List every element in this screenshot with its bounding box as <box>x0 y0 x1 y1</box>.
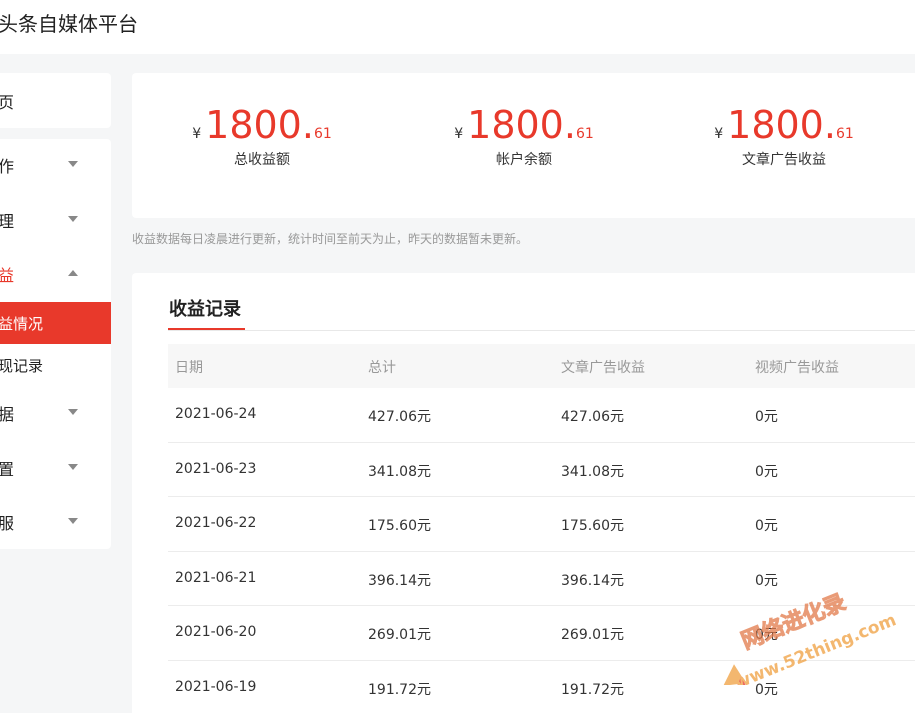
stat-article-ad-earnings: ¥1800.61 文章广告收益 <box>684 103 884 169</box>
stat-value: ¥1800.61 <box>162 103 362 147</box>
sidebar-item-manage[interactable]: 理 <box>0 200 111 240</box>
cell-video-ad: 0元 <box>755 681 778 698</box>
earnings-records-card: 收益记录 日期 总计 文章广告收益 视频广告收益 2021-06-24 427.… <box>132 273 915 713</box>
sidebar-menu: 作 理 益 益情况 现记录 据 置 服 <box>0 139 111 549</box>
table-row: 2021-06-22 175.60元 175.60元 0元 <box>168 497 915 552</box>
column-header-video-ad: 视频广告收益 <box>755 360 839 376</box>
cell-article-ad: 269.01元 <box>561 627 624 644</box>
update-notice: 收益数据每日凌晨进行更新，统计时间至前天为止，昨天的数据暂未更新。 <box>132 232 529 246</box>
cell-date: 2021-06-19 <box>175 678 257 695</box>
currency-symbol: ¥ <box>714 126 724 142</box>
chevron-down-icon <box>68 161 78 167</box>
sidebar-item-service[interactable]: 服 <box>0 502 111 542</box>
table-row: 2021-06-23 341.08元 341.08元 0元 <box>168 443 915 498</box>
stat-decimal-point: . <box>563 103 576 147</box>
currency-symbol: ¥ <box>192 126 202 142</box>
app-title: 头条自媒体平台 <box>0 12 138 36</box>
sidebar-subitem-withdraw-records[interactable]: 现记录 <box>0 344 111 386</box>
stat-label: 帐户余额 <box>496 152 552 168</box>
sidebar-item-label: 理 <box>0 212 15 231</box>
currency-symbol: ¥ <box>454 126 464 142</box>
cell-total: 341.08元 <box>368 463 431 480</box>
stat-label: 文章广告收益 <box>742 152 826 168</box>
cell-article-ad: 341.08元 <box>561 463 624 480</box>
sidebar-item-earnings[interactable]: 益 <box>0 254 111 294</box>
stat-value: ¥1800.61 <box>684 103 884 147</box>
chevron-down-icon <box>68 409 78 415</box>
cell-date: 2021-06-20 <box>175 624 257 641</box>
cell-total: 269.01元 <box>368 627 431 644</box>
cell-video-ad: 0元 <box>755 572 778 589</box>
sidebar-item-label: 服 <box>0 514 15 533</box>
stat-account-balance: ¥1800.61 帐户余额 <box>424 103 624 169</box>
earnings-summary-card: ¥1800.61 总收益额 ¥1800.61 帐户余额 ¥1800.61 文章广… <box>132 73 915 218</box>
sidebar-item-settings[interactable]: 置 <box>0 448 111 488</box>
table-row: 2021-06-19 191.72元 191.72元 0元 <box>168 661 915 713</box>
cell-date: 2021-06-22 <box>175 515 257 532</box>
cell-video-ad: 0元 <box>755 627 778 644</box>
sidebar-subitem-label: 益情况 <box>0 315 44 333</box>
sidebar-home-card: 页 <box>0 73 111 128</box>
cell-total: 175.60元 <box>368 518 431 535</box>
cell-video-ad: 0元 <box>755 409 778 425</box>
cell-total: 396.14元 <box>368 572 431 589</box>
sidebar-item-home[interactable]: 页 <box>0 81 111 121</box>
table-row: 2021-06-21 396.14元 396.14元 0元 <box>168 552 915 607</box>
cell-date: 2021-06-21 <box>175 569 257 586</box>
table-header: 日期 总计 文章广告收益 视频广告收益 <box>168 344 915 388</box>
sidebar-item-label: 益 <box>0 266 15 285</box>
stat-value: ¥1800.61 <box>424 103 624 147</box>
column-header-date: 日期 <box>175 360 203 376</box>
cell-date: 2021-06-23 <box>175 460 257 477</box>
stat-decimal: 61 <box>575 126 594 142</box>
chevron-up-icon <box>68 270 78 276</box>
cell-article-ad: 396.14元 <box>561 572 624 589</box>
stat-decimal-point: . <box>301 103 314 147</box>
cell-date: 2021-06-24 <box>175 406 257 422</box>
stat-integer: 1800 <box>205 103 302 147</box>
sidebar-item-label: 作 <box>0 157 15 176</box>
table-row: 2021-06-20 269.01元 269.01元 0元 <box>168 606 915 661</box>
stat-label: 总收益额 <box>234 152 290 168</box>
stat-integer: 1800 <box>467 103 564 147</box>
table-row: 2021-06-24 427.06元 427.06元 0元 <box>168 388 915 443</box>
chevron-down-icon <box>68 518 78 524</box>
chevron-down-icon <box>68 216 78 222</box>
sidebar-item-label: 页 <box>0 93 15 112</box>
sidebar-item-label: 置 <box>0 460 15 479</box>
divider <box>168 330 915 331</box>
sidebar-item-data[interactable]: 据 <box>0 393 111 433</box>
cell-video-ad: 0元 <box>755 463 778 480</box>
cell-article-ad: 427.06元 <box>561 409 624 425</box>
sidebar-subitem-earnings-overview[interactable]: 益情况 <box>0 302 111 344</box>
stat-total-earnings: ¥1800.61 总收益额 <box>162 103 362 169</box>
stat-decimal: 61 <box>835 126 854 142</box>
cell-video-ad: 0元 <box>755 518 778 535</box>
stat-decimal: 61 <box>313 126 332 142</box>
sidebar-item-create[interactable]: 作 <box>0 145 111 185</box>
cell-article-ad: 175.60元 <box>561 518 624 535</box>
sidebar-subitem-label: 现记录 <box>0 357 44 375</box>
stat-decimal-point: . <box>823 103 836 147</box>
records-tab[interactable]: 收益记录 <box>169 295 241 321</box>
column-header-total: 总计 <box>368 360 396 376</box>
top-bar: 头条自媒体平台 <box>0 0 915 54</box>
column-header-article-ad: 文章广告收益 <box>561 360 645 376</box>
earnings-table: 日期 总计 文章广告收益 视频广告收益 2021-06-24 427.06元 4… <box>168 344 915 713</box>
chevron-down-icon <box>68 464 78 470</box>
cell-total: 191.72元 <box>368 681 431 698</box>
stat-integer: 1800 <box>727 103 824 147</box>
cell-total: 427.06元 <box>368 409 431 425</box>
cell-article-ad: 191.72元 <box>561 681 624 698</box>
sidebar-item-label: 据 <box>0 405 15 424</box>
